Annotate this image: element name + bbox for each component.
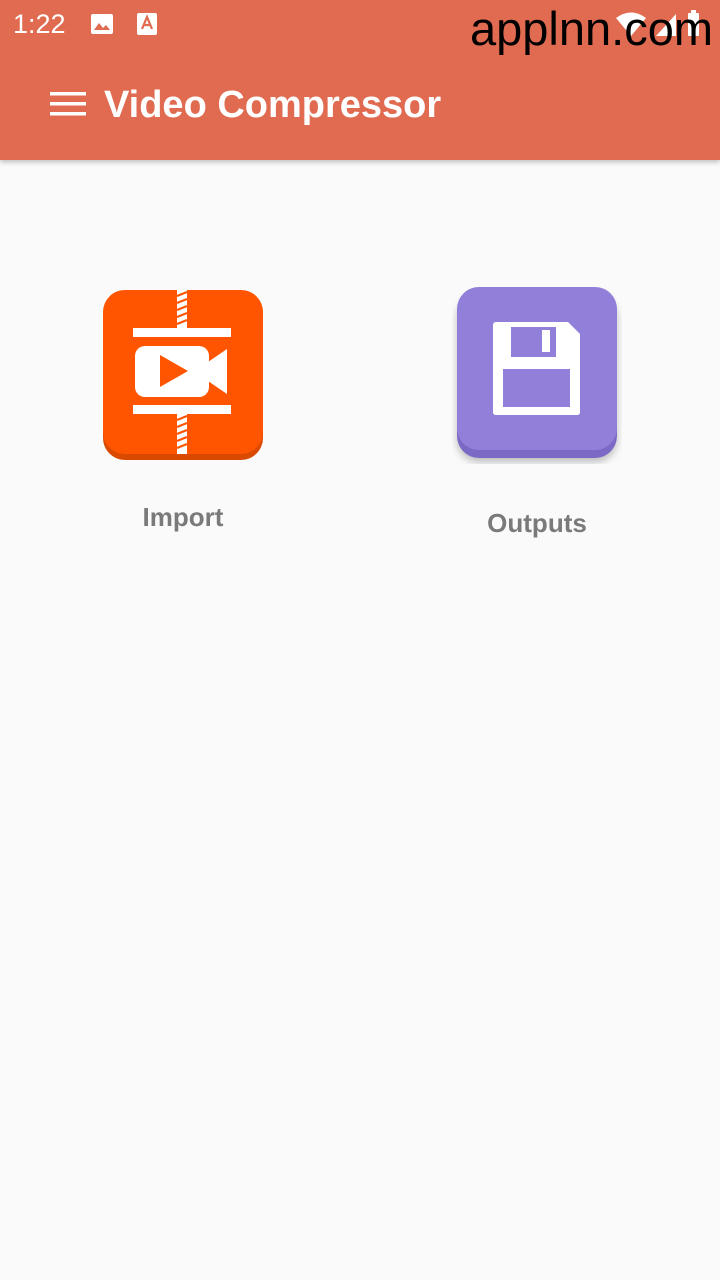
import-button[interactable]: Import bbox=[68, 288, 298, 533]
watermark: applnn.com bbox=[470, 2, 713, 55]
import-label: Import bbox=[142, 502, 224, 532]
outputs-label: Outputs bbox=[487, 508, 587, 538]
menu-button[interactable] bbox=[44, 82, 92, 126]
outputs-button[interactable]: Outputs bbox=[422, 284, 652, 539]
a-app-icon bbox=[137, 13, 157, 35]
floppy-save-icon bbox=[457, 287, 617, 458]
page-title: Video Compressor bbox=[104, 84, 442, 126]
app-bar: 1:22 applnn.com Video Compressor bbox=[0, 0, 720, 160]
video-compress-icon bbox=[103, 290, 263, 460]
status-time: 1:22 bbox=[13, 9, 66, 39]
hamburger-menu-icon bbox=[50, 92, 86, 116]
gallery-icon bbox=[91, 14, 113, 34]
